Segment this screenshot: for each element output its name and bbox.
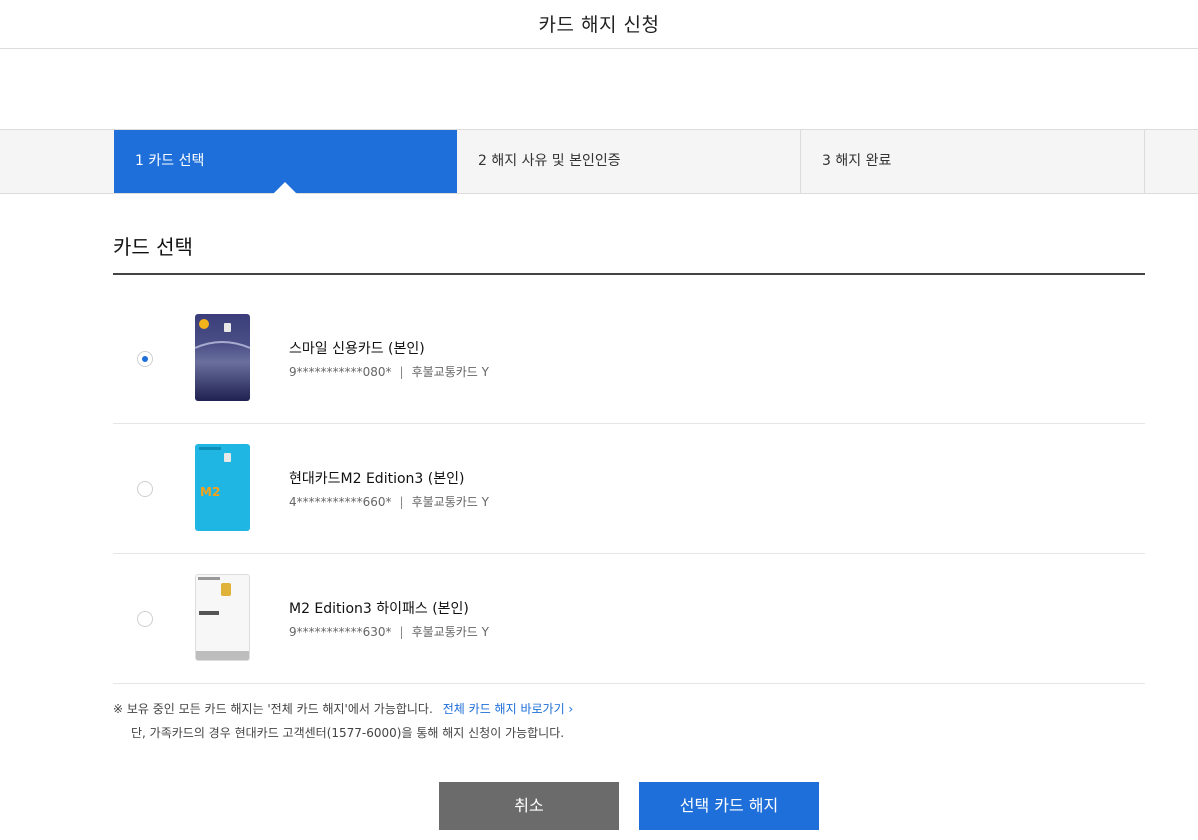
transit-status: 후불교통카드 Y (411, 365, 489, 379)
card-number: 4***********660* (289, 495, 392, 509)
card-name: 스마일 신용카드 (본인) (289, 341, 425, 357)
section-title: 카드 선택 (113, 235, 193, 259)
top-header: 카드 해지 신청 (0, 0, 1198, 49)
card-option-m2-hipass[interactable]: M2 Edition3 하이패스 (본인) 9***********630* | 후… (113, 554, 1145, 684)
m2-card-image: M2 (195, 444, 250, 531)
section-divider (113, 273, 1145, 275)
card-meta: 9***********630* | 후불교통카드 Y (289, 623, 489, 640)
note-line-1: ※ 보유 중인 모든 카드 해지는 '전체 카드 해지'에서 가능합니다. 전체 … (113, 697, 573, 721)
m2-hipass-card-image (195, 574, 250, 661)
note-text: ※ 보유 중인 모든 카드 해지는 '전체 카드 해지'에서 가능합니다. (113, 702, 433, 716)
smile-card-image (195, 314, 250, 401)
active-step-pointer (273, 182, 297, 194)
step-indicator: 1 카드 선택 2 해지 사유 및 본인인증 3 해지 완료 (0, 129, 1198, 194)
page-title: 카드 해지 신청 (538, 14, 660, 36)
card-name: 현대카드M2 Edition3 (본인) (289, 471, 465, 487)
card-name: M2 Edition3 하이패스 (본인) (289, 601, 469, 617)
meta-separator: | (399, 495, 404, 509)
card-number: 9***********630* (289, 625, 392, 639)
note-line-2: 단, 가족카드의 경우 현대카드 고객센터(1577-6000)을 통해 해지 … (131, 726, 565, 740)
card-option-m2[interactable]: M2 현대카드M2 Edition3 (본인) 4***********660*… (113, 424, 1145, 554)
all-cards-cancel-link[interactable]: 전체 카드 해지 바로가기 › (443, 702, 573, 716)
meta-separator: | (399, 365, 404, 379)
card-option-smile[interactable]: 스마일 신용카드 (본인) 9***********080* | 후불교통카드 Y (113, 294, 1145, 424)
svg-text:M2: M2 (200, 485, 220, 499)
cancel-button[interactable]: 취소 (439, 782, 619, 830)
card-radio[interactable] (137, 481, 153, 497)
transit-status: 후불교통카드 Y (411, 495, 489, 509)
transit-status: 후불교통카드 Y (411, 625, 489, 639)
notes: ※ 보유 중인 모든 카드 해지는 '전체 카드 해지'에서 가능합니다. 전체 … (113, 697, 573, 745)
step-2-reason-auth: 2 해지 사유 및 본인인증 (457, 130, 801, 193)
cancel-selected-card-button[interactable]: 선택 카드 해지 (639, 782, 819, 830)
card-number: 9***********080* (289, 365, 392, 379)
card-radio-selected[interactable] (137, 351, 153, 367)
card-radio[interactable] (137, 611, 153, 627)
meta-separator: | (399, 625, 404, 639)
step-3-complete: 3 해지 완료 (801, 130, 1145, 193)
card-meta: 9***********080* | 후불교통카드 Y (289, 363, 489, 380)
card-meta: 4***********660* | 후불교통카드 Y (289, 493, 489, 510)
